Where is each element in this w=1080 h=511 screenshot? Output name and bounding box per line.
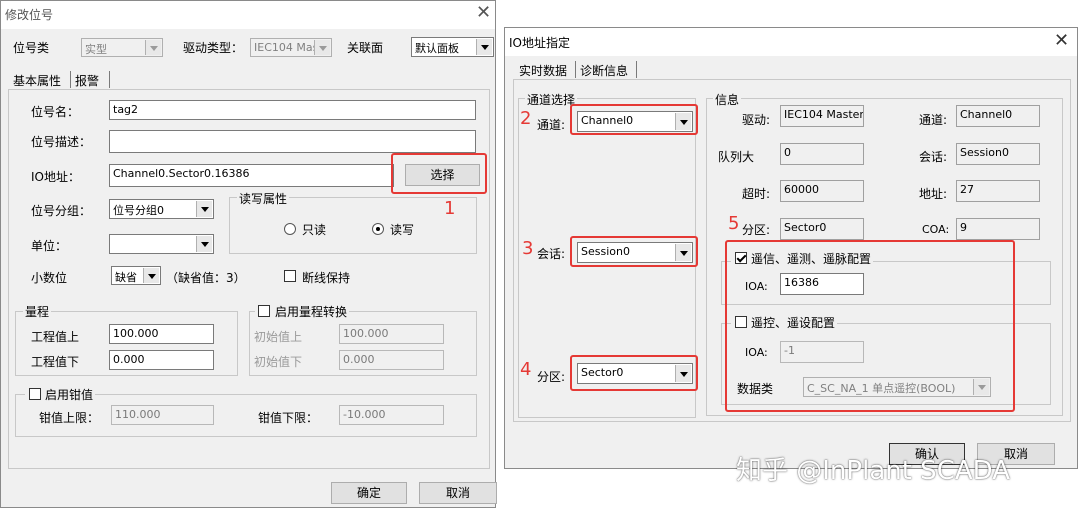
rw-attribute-legend: 读写属性 [237,190,290,207]
annotation-number: 1 [444,198,456,219]
eng-upper-input[interactable]: 100.000 [109,324,214,344]
tag-desc-label: 位号描述： [31,135,92,149]
session-label: 会话: [537,247,566,261]
title-bar: IO地址指定 ✕ [505,28,1077,56]
tab-divider [575,61,576,78]
io-address-input[interactable]: Channel0.Sector0.16386 [109,164,394,187]
tab-diagnostics[interactable]: 诊断信息 [580,62,628,79]
driver-label: 驱动: [742,113,771,127]
queue-field: 0 [780,143,864,165]
info-sector-label: 分区: [742,223,771,237]
tag-type-label: 位号类 [13,41,50,55]
clamp-checkbox[interactable] [29,388,41,400]
annotation-box-select [391,153,487,194]
window-title: IO地址指定 [509,36,570,50]
decimal-hint: （缺省值：3） [166,271,246,285]
address-label: 地址: [919,187,948,201]
annotation-number: 4 [520,359,532,380]
panel-label: 关联面 [347,41,384,55]
eng-upper-label: 工程值上 [31,330,80,344]
decimal-label: 小数位 [31,271,68,285]
annotation-number: 3 [522,238,534,259]
cancel-button[interactable]: 取消 [419,482,497,504]
tag-edit-dialog: 修改位号 ✕ 位号类 实型 驱动类型： IEC104 Mas 关联面 默认面板 … [0,0,497,508]
driver-field: IEC104 Master [780,105,864,127]
tag-name-label: 位号名： [31,105,80,119]
range-conversion-checkbox[interactable] [258,305,270,317]
coa-label: COA: [922,223,950,236]
clamp-lower-label: 钳值下限： [258,411,319,425]
channel-label: 通道: [537,118,566,132]
readwrite-radio[interactable] [372,223,384,235]
chevron-down-icon [145,40,161,55]
info-legend: 信息 [713,91,742,108]
driver-type-label: 驱动类型： [183,41,244,55]
init-upper-label: 初始值上 [254,330,303,344]
init-upper-input[interactable]: 100.000 [339,324,444,344]
eng-lower-input[interactable]: 0.000 [109,350,214,370]
decimal-select[interactable]: 缺省 [111,266,161,285]
title-bar: 修改位号 ✕ [1,1,495,29]
timeout-label: 超时: [742,187,771,201]
chevron-down-icon [476,39,492,55]
tag-group-label: 位号分组： [31,204,92,218]
tag-desc-input[interactable] [109,130,476,153]
address-field: 27 [956,180,1040,202]
info-channel-field: Channel0 [956,105,1040,127]
clamp-lower-input[interactable]: -10.000 [339,405,444,425]
ok-button[interactable]: 确定 [331,482,407,504]
disconnect-hold-label: 断线保持 [302,271,351,285]
readonly-label: 只读 [302,223,327,237]
tab-realtime-data[interactable]: 实时数据 [519,62,567,79]
io-address-label: IO地址： [31,170,80,184]
tab-divider [109,71,110,88]
annotation-number: 2 [520,108,532,129]
sector-label: 分区: [537,370,566,384]
tab-divider [636,61,637,78]
readonly-radio[interactable] [284,223,296,235]
chevron-down-icon [196,236,212,252]
annotation-box-session [570,236,698,267]
tag-type-select[interactable]: 实型 [81,38,163,57]
chevron-down-icon [196,201,212,217]
queue-label: 队列大 [718,150,755,164]
tag-name-input[interactable]: tag2 [109,100,476,120]
tab-divider [70,71,71,88]
eng-lower-label: 工程值下 [31,355,80,369]
panel-select[interactable]: 默认面板 [411,37,494,57]
info-session-label: 会话: [919,150,948,164]
tag-group-select[interactable]: 位号分组0 [109,199,214,219]
clamp-upper-input[interactable]: 110.000 [111,405,214,425]
watermark: 知乎 @InPlant SCADA [736,456,1010,486]
init-lower-label: 初始值下 [254,355,303,369]
close-icon[interactable]: ✕ [1054,31,1069,51]
disconnect-hold-checkbox[interactable] [284,270,296,282]
readwrite-label: 读写 [390,223,415,237]
close-icon[interactable]: ✕ [476,3,491,23]
unit-label: 单位： [31,239,68,253]
unit-select[interactable] [109,234,214,254]
driver-type-select[interactable]: IEC104 Mas [250,38,332,57]
window-title: 修改位号 [5,8,54,22]
coa-field: 9 [956,218,1040,240]
info-session-field: Session0 [956,143,1040,165]
clamp-upper-label: 钳值上限： [39,411,100,425]
info-channel-label: 通道: [919,113,948,127]
chevron-down-icon [143,268,159,283]
annotation-box-ioa-config [725,240,1015,412]
chevron-down-icon [314,40,330,55]
tab-alarm[interactable]: 报警 [75,72,99,89]
annotation-number: 5 [728,213,740,234]
info-sector-field: Sector0 [780,218,864,240]
timeout-field: 60000 [780,180,864,202]
annotation-box-channel [570,104,698,135]
annotation-box-sector [570,355,698,391]
tab-basic[interactable]: 基本属性 [13,72,61,89]
init-lower-input[interactable]: 0.000 [339,350,444,370]
range-legend: 量程 [23,303,52,320]
